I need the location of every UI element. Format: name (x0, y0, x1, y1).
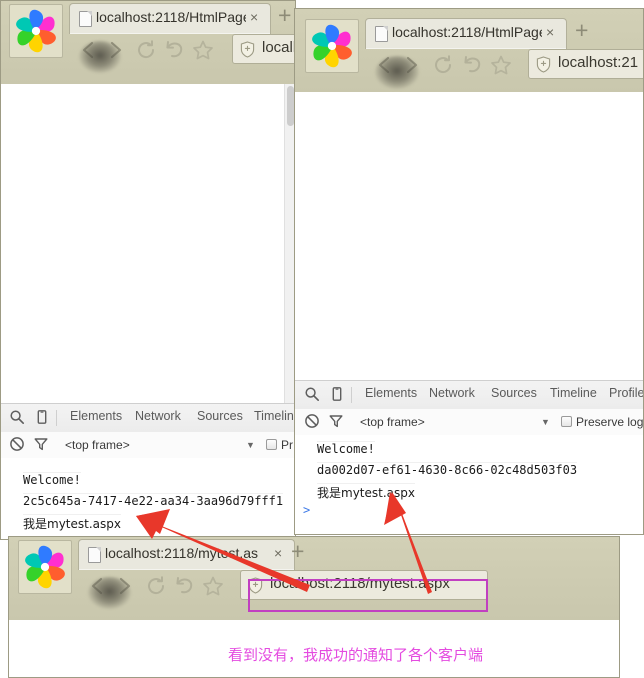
console-line: Welcome! (23, 472, 81, 487)
devtools-tab-elements[interactable]: Elements (365, 386, 417, 400)
console-line: Welcome! (317, 441, 375, 456)
device-toolbar-icon[interactable] (329, 386, 345, 407)
back-window-nav-row: locall (0, 34, 362, 74)
devtools-console-filter-bar: <top frame> ▼ Preserve log (295, 409, 643, 436)
new-tab-button[interactable]: + (278, 4, 291, 27)
tab-htmlpage[interactable]: localhost:2118/HtmlPage × (69, 3, 271, 34)
devtools-tab-sources[interactable]: Sources (491, 386, 537, 400)
search-icon[interactable] (304, 386, 320, 407)
devtools-tab-elements[interactable]: Elements (70, 409, 122, 423)
browser-window-back[interactable]: localhost:2118/HtmlPage × + locall Eleme… (0, 0, 362, 540)
reload-icon[interactable] (428, 50, 458, 80)
console-line: 我是mytest.aspx (317, 483, 415, 501)
chevron-down-icon[interactable]: ▼ (246, 440, 255, 450)
security-shield-icon (240, 41, 255, 58)
search-icon[interactable] (9, 409, 25, 430)
url-highlight-box (248, 579, 488, 612)
screenshot-root: localhost:2118/HtmlPage × + locall Eleme… (0, 0, 644, 678)
cursor-smudge-artifact (88, 577, 131, 609)
console-line: 我是mytest.aspx (23, 514, 121, 532)
tab-title: localhost:2118/mytest.as (105, 545, 259, 561)
devtools-tab-sources[interactable]: Sources (197, 409, 243, 423)
star-icon[interactable] (198, 571, 228, 601)
address-bar[interactable]: localhost:21 (528, 49, 644, 79)
devtools-tab-bar: Elements Network Sources Timeline Profil… (295, 381, 643, 410)
tab-title: localhost:2118/HtmlPage (96, 9, 246, 25)
undo-icon[interactable] (169, 571, 199, 601)
page-favicon-icon (375, 26, 388, 42)
filter-icon[interactable] (33, 436, 49, 457)
star-icon[interactable] (188, 35, 218, 65)
tab-mytest[interactable]: localhost:2118/mytest.as × (78, 539, 295, 570)
device-toolbar-icon[interactable] (34, 409, 50, 430)
undo-icon[interactable] (159, 35, 189, 65)
security-shield-icon (536, 56, 551, 73)
browser-window-front[interactable]: localhost:2118/HtmlPage × + localhost:21… (294, 8, 644, 535)
devtools-tab-timeline[interactable]: Timelin (254, 409, 294, 423)
undo-icon[interactable] (457, 50, 487, 80)
cursor-smudge-artifact (79, 41, 121, 73)
front-window-console-output[interactable]: Welcome! da002d07-ef61-4630-8c66-02c48d5… (295, 435, 643, 535)
tab-title: localhost:2118/HtmlPage (392, 24, 542, 40)
preserve-log-label: Pr (281, 438, 293, 452)
tab-htmlpage[interactable]: localhost:2118/HtmlPage × (365, 18, 567, 49)
back-window-console-output[interactable]: Welcome! 2c5c645a-7417-4e22-aa34-3aa96d7… (1, 458, 295, 540)
frame-selector[interactable]: <top frame> (65, 438, 130, 452)
preserve-log-checkbox[interactable] (561, 416, 572, 427)
reload-icon[interactable] (131, 35, 161, 65)
tab-close-icon[interactable]: × (274, 546, 282, 560)
devtools-tab-network[interactable]: Network (429, 386, 475, 400)
console-line: da002d07-ef61-4630-8c66-02c48d503f03 (317, 462, 578, 477)
annotation-note: 看到没有，我成功的通知了各个客户端 (228, 646, 484, 664)
reload-icon[interactable] (141, 571, 171, 601)
preserve-log-label: Preserve log (576, 415, 643, 429)
front-window-devtools[interactable]: Elements Network Sources Timeline Profil… (295, 380, 643, 535)
devtools-tab-bar: Elements Network Sources Timelin (1, 404, 295, 433)
filter-icon[interactable] (328, 413, 344, 434)
preserve-log-checkbox[interactable] (266, 439, 277, 450)
cursor-smudge-artifact (375, 56, 419, 89)
new-tab-button[interactable]: + (575, 19, 588, 42)
back-window-devtools[interactable]: Elements Network Sources Timelin <top fr… (1, 403, 295, 540)
clear-console-icon[interactable] (9, 436, 25, 457)
address-bar-text: localhost:21 (558, 54, 639, 71)
tab-close-icon[interactable]: × (546, 25, 554, 39)
frame-selector[interactable]: <top frame> (360, 415, 425, 429)
devtools-console-filter-bar: <top frame> ▼ Pr (1, 432, 295, 459)
page-favicon-icon (79, 11, 92, 27)
clear-console-icon[interactable] (304, 413, 320, 434)
page-favicon-icon (88, 547, 101, 563)
new-tab-button[interactable]: + (291, 540, 304, 563)
devtools-tab-timeline[interactable]: Timeline (550, 386, 597, 400)
devtools-tab-network[interactable]: Network (135, 409, 181, 423)
address-bar-text: locall (262, 39, 297, 56)
star-icon[interactable] (486, 50, 516, 80)
chevron-down-icon[interactable]: ▼ (541, 417, 550, 427)
back-window-page-viewport[interactable] (1, 84, 284, 403)
tab-close-icon[interactable]: × (250, 10, 258, 24)
front-window-page-viewport[interactable] (295, 92, 643, 380)
devtools-tab-profiles[interactable]: Profile (609, 386, 643, 400)
front-window-nav-row: localhost:21 (294, 49, 644, 89)
console-prompt-icon[interactable]: > (303, 503, 310, 517)
console-line: 2c5c645a-7417-4e22-aa34-3aa96d79fff1 (23, 493, 284, 508)
